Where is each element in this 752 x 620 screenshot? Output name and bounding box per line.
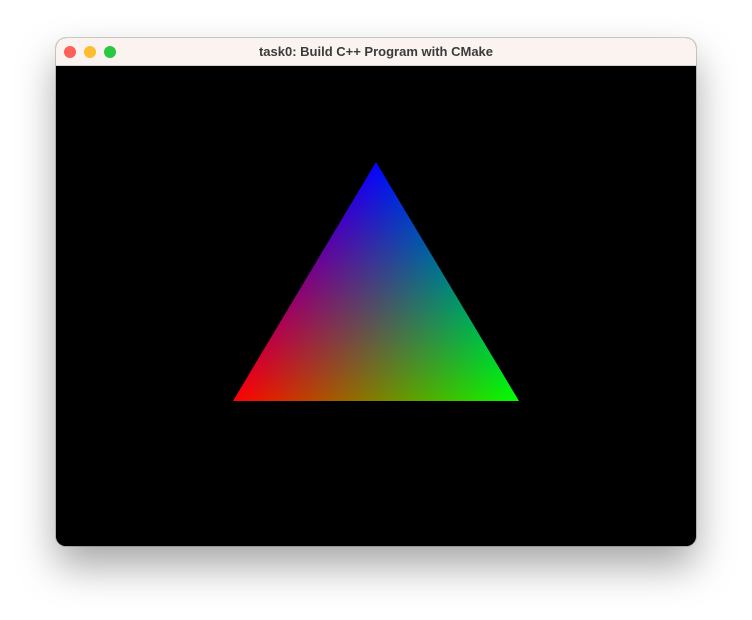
- window-title: task0: Build C++ Program with CMake: [258, 44, 494, 59]
- app-window: task0: Build C++ Program with CMake: [56, 38, 696, 546]
- triangle-canvas: [233, 162, 519, 401]
- render-viewport: [56, 66, 696, 546]
- title-bar[interactable]: task0: Build C++ Program with CMake: [56, 38, 696, 66]
- triangle-blue-channel: [233, 162, 519, 401]
